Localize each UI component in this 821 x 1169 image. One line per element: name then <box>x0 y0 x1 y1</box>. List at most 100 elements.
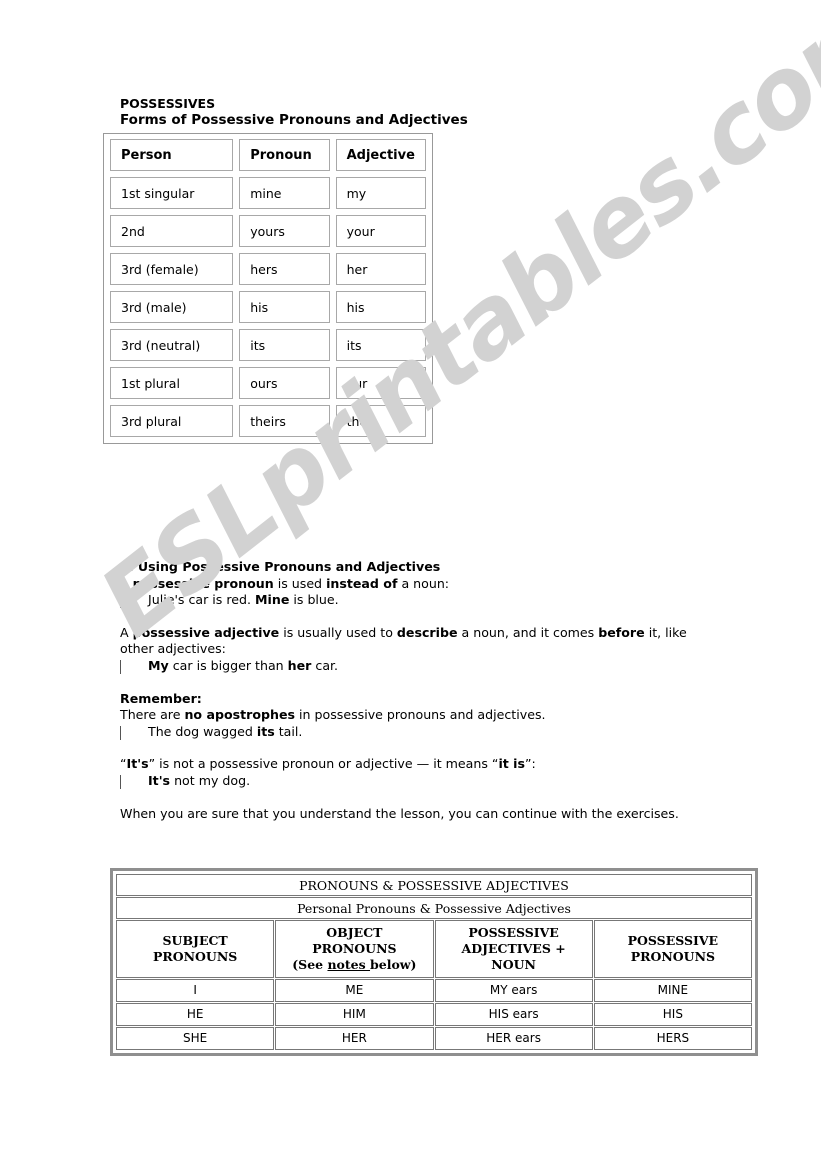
text-emphasis: describe <box>396 624 458 640</box>
header-line: OBJECT <box>326 925 383 940</box>
page-title-line1: POSSESSIVES <box>120 96 216 111</box>
table-header-row: SUBJECT PRONOUNS OBJECT PRONOUNS (See no… <box>116 920 752 978</box>
header-line: (See <box>292 957 328 972</box>
table-title-row: PRONOUNS & POSSESSIVE ADJECTIVES <box>116 874 752 896</box>
header-line: NOUN <box>491 957 536 972</box>
cell-pronoun: hers <box>239 253 330 285</box>
text-fragment: There are <box>120 707 185 723</box>
example-sentence-4: It's not my dog. <box>120 773 700 790</box>
text-emphasis: her <box>287 657 312 673</box>
column-header-subject-pronouns: SUBJECT PRONOUNS <box>116 920 275 978</box>
cell-possessive-adjective: MY ears <box>434 979 593 1002</box>
text-emphasis: possessive pronoun <box>132 575 274 591</box>
cell-person: 3rd plural <box>110 405 234 437</box>
cell-pronoun: ours <box>239 367 330 399</box>
cell-person: 1st singular <box>110 177 234 209</box>
text-emphasis: its <box>256 723 275 739</box>
forms-table-container: Person Pronoun Adjective 1st singular mi… <box>103 133 433 444</box>
header-line: PRONOUNS <box>152 949 238 964</box>
table-row: HE HIM HIS ears HIS <box>116 1003 752 1026</box>
table-row: 3rd (male) his his <box>110 291 426 323</box>
text-emphasis: before <box>598 624 645 640</box>
notes-link[interactable]: notes <box>327 957 370 972</box>
table-subtitle-row: Personal Pronouns & Possessive Adjective… <box>116 897 752 919</box>
cell-possessive-adjective: HIS ears <box>434 1003 593 1026</box>
example-sentence-2: My car is bigger than her car. <box>120 658 700 675</box>
column-header-possessive-pronouns: POSSESSIVE PRONOUNS <box>593 920 752 978</box>
text-emphasis: instead of <box>326 575 398 591</box>
table-header-row: Person Pronoun Adjective <box>110 139 426 171</box>
pronouns-table-subtitle: Personal Pronouns & Possessive Adjective… <box>116 897 752 919</box>
cell-object-pronoun: HER <box>275 1027 434 1050</box>
table-row: 3rd plural theirs their <box>110 405 426 437</box>
cell-subject-pronoun: HE <box>116 1003 275 1026</box>
column-header-object-pronouns: OBJECT PRONOUNS (See notes below) <box>275 920 434 978</box>
cell-person: 3rd (neutral) <box>110 329 234 361</box>
table-row: I ME MY ears MINE <box>116 979 752 1002</box>
text-fragment: ” is not a possessive pronoun or adjecti… <box>148 756 499 772</box>
header-line: PRONOUNS <box>312 941 397 956</box>
text-fragment: car. <box>311 657 339 673</box>
text-emphasis: It's <box>126 756 149 772</box>
cell-person: 3rd (female) <box>110 253 234 285</box>
column-header-possessive-adjectives: POSSESSIVE ADJECTIVES + NOUN <box>434 920 593 978</box>
text-fragment: in possessive pronouns and adjectives. <box>295 707 546 723</box>
remember-label: Remember: <box>120 690 202 706</box>
pronouns-table-container: PRONOUNS & POSSESSIVE ADJECTIVES Persona… <box>110 868 758 1056</box>
text-fragment: Julie's car is red. <box>148 592 256 608</box>
pronouns-table: PRONOUNS & POSSESSIVE ADJECTIVES Persona… <box>115 873 753 1051</box>
forms-table-top-border <box>103 133 433 134</box>
text-fragment: tail. <box>274 723 303 739</box>
column-header-adjective: Adjective <box>335 139 426 171</box>
cell-adjective: our <box>335 367 426 399</box>
cell-person: 1st plural <box>110 367 234 399</box>
cell-subject-pronoun: I <box>116 979 275 1002</box>
cell-object-pronoun: HIM <box>275 1003 434 1026</box>
cell-adjective: your <box>335 215 426 247</box>
worksheet-page: POSSESSIVES Forms of Possessive Pronouns… <box>0 0 821 1169</box>
lesson-text: 2. Using Possessive Pronouns and Adjecti… <box>120 559 700 822</box>
text-fragment: The dog wagged <box>148 723 257 739</box>
text-fragment: A <box>120 575 133 591</box>
table-row: 3rd (neutral) its its <box>110 329 426 361</box>
table-row: 1st plural ours our <box>110 367 426 399</box>
cell-pronoun: yours <box>239 215 330 247</box>
text-fragment: ”: <box>524 756 536 772</box>
text-fragment: a noun: <box>397 575 450 591</box>
text-fragment: is used <box>273 575 327 591</box>
cell-pronoun: theirs <box>239 405 330 437</box>
paragraph-its-contraction: “It's” is not a possessive pronoun or ad… <box>120 756 700 773</box>
cell-adjective: its <box>335 329 426 361</box>
text-fragment: not my dog. <box>170 772 251 788</box>
text-emphasis: no apostrophes <box>184 707 296 723</box>
paragraph-no-apostrophes: There are no apostrophes in possessive p… <box>120 707 700 724</box>
cell-pronoun: its <box>239 329 330 361</box>
example-sentence-3: The dog wagged its tail. <box>120 724 700 741</box>
cell-possessive-pronoun: HERS <box>593 1027 752 1050</box>
text-emphasis: My <box>148 657 169 673</box>
cell-pronoun: mine <box>239 177 330 209</box>
paragraph-pronoun-definition: A possessive pronoun is used instead of … <box>120 576 700 593</box>
cell-adjective: my <box>335 177 426 209</box>
header-line: POSSESSIVE <box>468 925 559 940</box>
table-row: 1st singular mine my <box>110 177 426 209</box>
header-line: SUBJECT <box>162 933 228 948</box>
forms-table: Person Pronoun Adjective 1st singular mi… <box>104 133 432 443</box>
table-row: SHE HER HER ears HERS <box>116 1027 752 1050</box>
text-fragment: car is bigger than <box>168 657 288 673</box>
table-row: 2nd yours your <box>110 215 426 247</box>
example-sentence-1: Julie's car is red. Mine is blue. <box>120 592 700 609</box>
page-title-line2: Forms of Possessive Pronouns and Adjecti… <box>120 112 468 128</box>
column-header-person: Person <box>110 139 234 171</box>
section-heading: 2. Using Possessive Pronouns and Adjecti… <box>120 559 441 574</box>
cell-person: 3rd (male) <box>110 291 234 323</box>
text-fragment: a noun, and it comes <box>457 624 599 640</box>
paragraph-adjective-definition: A possessive adjective is usually used t… <box>120 625 700 658</box>
cell-adjective: his <box>335 291 426 323</box>
pronouns-table-title: PRONOUNS & POSSESSIVE ADJECTIVES <box>116 874 752 896</box>
text-fragment: is usually used to <box>279 624 397 640</box>
cell-possessive-pronoun: HIS <box>593 1003 752 1026</box>
